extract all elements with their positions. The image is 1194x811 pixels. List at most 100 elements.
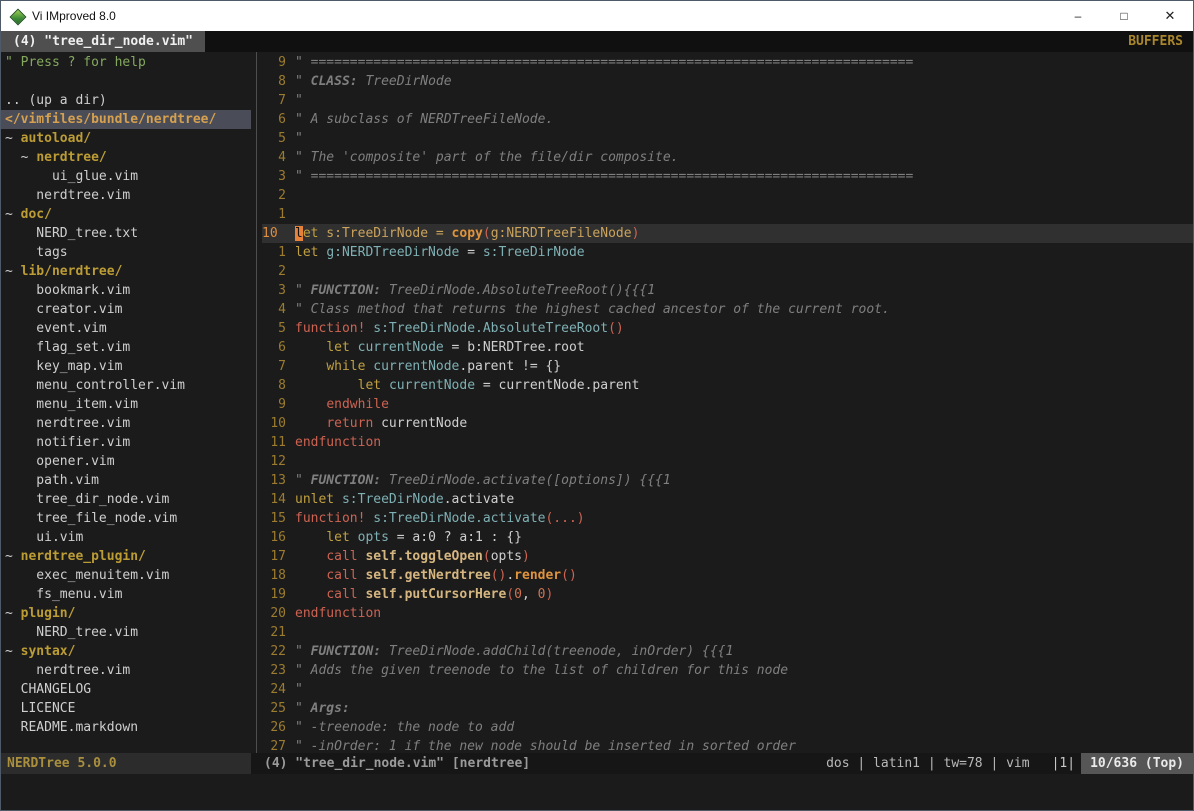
tree-item[interactable]: nerdtree.vim xyxy=(1,661,251,680)
syntax-token: self.putCursorHere xyxy=(365,587,506,602)
code-line[interactable]: 7" xyxy=(262,91,1193,110)
syntax-token: " xyxy=(295,682,303,697)
code-line[interactable]: 26" -treenode: the node to add xyxy=(262,718,1193,737)
code-line[interactable]: 24" xyxy=(262,680,1193,699)
tree-item[interactable]: ~ plugin/ xyxy=(1,604,251,623)
tree-item[interactable]: .. (up a dir) xyxy=(1,91,251,110)
code-line[interactable]: 5function! s:TreeDirNode.AbsoluteTreeRoo… xyxy=(262,319,1193,338)
tree-item[interactable]: LICENCE xyxy=(1,699,251,718)
tree-item[interactable]: ~ lib/nerdtree/ xyxy=(1,262,251,281)
tree-item[interactable]: NERD_tree.vim xyxy=(1,623,251,642)
tree-item[interactable]: notifier.vim xyxy=(1,433,251,452)
syntax-token: endwhile xyxy=(326,397,389,412)
tree-item[interactable]: " Press ? for help xyxy=(1,53,251,72)
code-line[interactable]: 23" Adds the given treenode to the list … xyxy=(262,661,1193,680)
code-line[interactable]: 3" =====================================… xyxy=(262,167,1193,186)
syntax-token: NERD_tree.vim xyxy=(5,625,138,640)
tree-item[interactable]: creator.vim xyxy=(1,300,251,319)
code-line[interactable]: 13" FUNCTION: TreeDirNode.activate([opti… xyxy=(262,471,1193,490)
tab-tree-dir-node[interactable]: (4) "tree_dir_node.vim" xyxy=(1,31,205,52)
code-line[interactable]: 4" The 'composite' part of the file/dir … xyxy=(262,148,1193,167)
code-line[interactable]: 21 xyxy=(262,623,1193,642)
syntax-token xyxy=(295,568,326,583)
tree-item[interactable]: tree_file_node.vim xyxy=(1,509,251,528)
code-line[interactable]: 11endfunction xyxy=(262,433,1193,452)
code-line[interactable]: 17 call self.toggleOpen(opts) xyxy=(262,547,1193,566)
tree-item[interactable]: menu_controller.vim xyxy=(1,376,251,395)
code-text: " CLASS: TreeDirNode xyxy=(295,72,452,91)
tree-item[interactable]: event.vim xyxy=(1,319,251,338)
tree-item[interactable]: ~ nerdtree_plugin/ xyxy=(1,547,251,566)
code-line[interactable]: 6" A subclass of NERDTreeFileNode. xyxy=(262,110,1193,129)
code-line[interactable]: 5" xyxy=(262,129,1193,148)
code-line[interactable]: 2 xyxy=(262,262,1193,281)
code-line[interactable]: 16 let opts = a:0 ? a:1 : {} xyxy=(262,528,1193,547)
code-line[interactable]: 1let g:NERDTreeDirNode = s:TreeDirNode xyxy=(262,243,1193,262)
syntax-token: " xyxy=(295,93,303,108)
code-line[interactable]: 10 return currentNode xyxy=(262,414,1193,433)
code-line[interactable]: 22" FUNCTION: TreeDirNode.addChild(treen… xyxy=(262,642,1193,661)
code-line[interactable]: 7 while currentNode.parent != {} xyxy=(262,357,1193,376)
code-line[interactable]: 2 xyxy=(262,186,1193,205)
syntax-token: while xyxy=(326,359,365,374)
close-button[interactable]: ✕ xyxy=(1147,1,1193,31)
tree-item[interactable]: ~ syntax/ xyxy=(1,642,251,661)
tree-item[interactable]: bookmark.vim xyxy=(1,281,251,300)
tree-item[interactable]: CHANGELOG xyxy=(1,680,251,699)
code-line[interactable]: 8 let currentNode = currentNode.parent xyxy=(262,376,1193,395)
window-divider[interactable] xyxy=(251,52,262,753)
command-line[interactable] xyxy=(1,774,1193,811)
code-line[interactable]: 1 xyxy=(262,205,1193,224)
syntax-token: FUNCTION: xyxy=(311,283,381,298)
code-line[interactable]: 4" Class method that returns the highest… xyxy=(262,300,1193,319)
syntax-token: unlet xyxy=(295,492,334,507)
syntax-token: = b:NERDTree.root xyxy=(444,340,585,355)
code-line[interactable]: 9 endwhile xyxy=(262,395,1193,414)
code-line[interactable]: 3" FUNCTION: TreeDirNode.AbsoluteTreeRoo… xyxy=(262,281,1193,300)
maximize-button[interactable]: □ xyxy=(1101,1,1147,31)
tree-item[interactable]: README.markdown xyxy=(1,718,251,737)
tree-item[interactable]: flag_set.vim xyxy=(1,338,251,357)
syntax-token: " ======================================… xyxy=(295,169,913,184)
code-line[interactable]: 14unlet s:TreeDirNode.activate xyxy=(262,490,1193,509)
code-line[interactable]: 27" -inOrder: 1 if the new node should b… xyxy=(262,737,1193,753)
tree-item[interactable]: key_map.vim xyxy=(1,357,251,376)
tree-item[interactable]: menu_item.vim xyxy=(1,395,251,414)
tree-item[interactable]: nerdtree.vim xyxy=(1,186,251,205)
tree-item[interactable]: opener.vim xyxy=(1,452,251,471)
code-text: " ======================================… xyxy=(295,53,913,72)
tree-item[interactable]: ~ doc/ xyxy=(1,205,251,224)
tree-item[interactable]: ~ nerdtree/ xyxy=(1,148,251,167)
code-line[interactable]: 12 xyxy=(262,452,1193,471)
tree-root-item[interactable]: </vimfiles/bundle/nerdtree/ xyxy=(1,110,251,129)
line-number: 11 xyxy=(262,433,286,452)
code-text: " ======================================… xyxy=(295,167,913,186)
code-line[interactable]: 25" Args: xyxy=(262,699,1193,718)
tree-item[interactable]: ui_glue.vim xyxy=(1,167,251,186)
tree-item[interactable]: tree_dir_node.vim xyxy=(1,490,251,509)
code-line[interactable]: 8" CLASS: TreeDirNode xyxy=(262,72,1193,91)
code-line[interactable]: 18 call self.getNerdtree().render() xyxy=(262,566,1193,585)
code-line[interactable]: 20endfunction xyxy=(262,604,1193,623)
syntax-token: menu_item.vim xyxy=(5,397,138,412)
syntax-token: FUNCTION: xyxy=(311,644,381,659)
code-line[interactable]: 19 call self.putCursorHere(0, 0) xyxy=(262,585,1193,604)
tree-item[interactable]: NERD_tree.txt xyxy=(1,224,251,243)
syntax-token: l xyxy=(295,226,303,241)
statusline: NERDTree 5.0.0 (4) "tree_dir_node.vim" [… xyxy=(1,753,1193,774)
tree-item[interactable]: path.vim xyxy=(1,471,251,490)
tree-item[interactable]: ~ autoload/ xyxy=(1,129,251,148)
code-text: let g:NERDTreeDirNode = s:TreeDirNode xyxy=(295,243,585,262)
tree-item[interactable]: exec_menuitem.vim xyxy=(1,566,251,585)
code-line[interactable]: 9" =====================================… xyxy=(262,53,1193,72)
tree-item[interactable]: fs_menu.vim xyxy=(1,585,251,604)
code-line[interactable]: 15function! s:TreeDirNode.activate(...) xyxy=(262,509,1193,528)
code-line[interactable]: 6 let currentNode = b:NERDTree.root xyxy=(262,338,1193,357)
minimize-button[interactable]: – xyxy=(1055,1,1101,31)
tree-item[interactable] xyxy=(1,72,251,91)
tree-item[interactable]: ui.vim xyxy=(1,528,251,547)
tree-item[interactable]: tags xyxy=(1,243,251,262)
code-line-current[interactable]: 10let s:TreeDirNode = copy(g:NERDTreeFil… xyxy=(262,224,1193,243)
tree-item[interactable]: nerdtree.vim xyxy=(1,414,251,433)
syntax-token: function! xyxy=(295,511,365,526)
